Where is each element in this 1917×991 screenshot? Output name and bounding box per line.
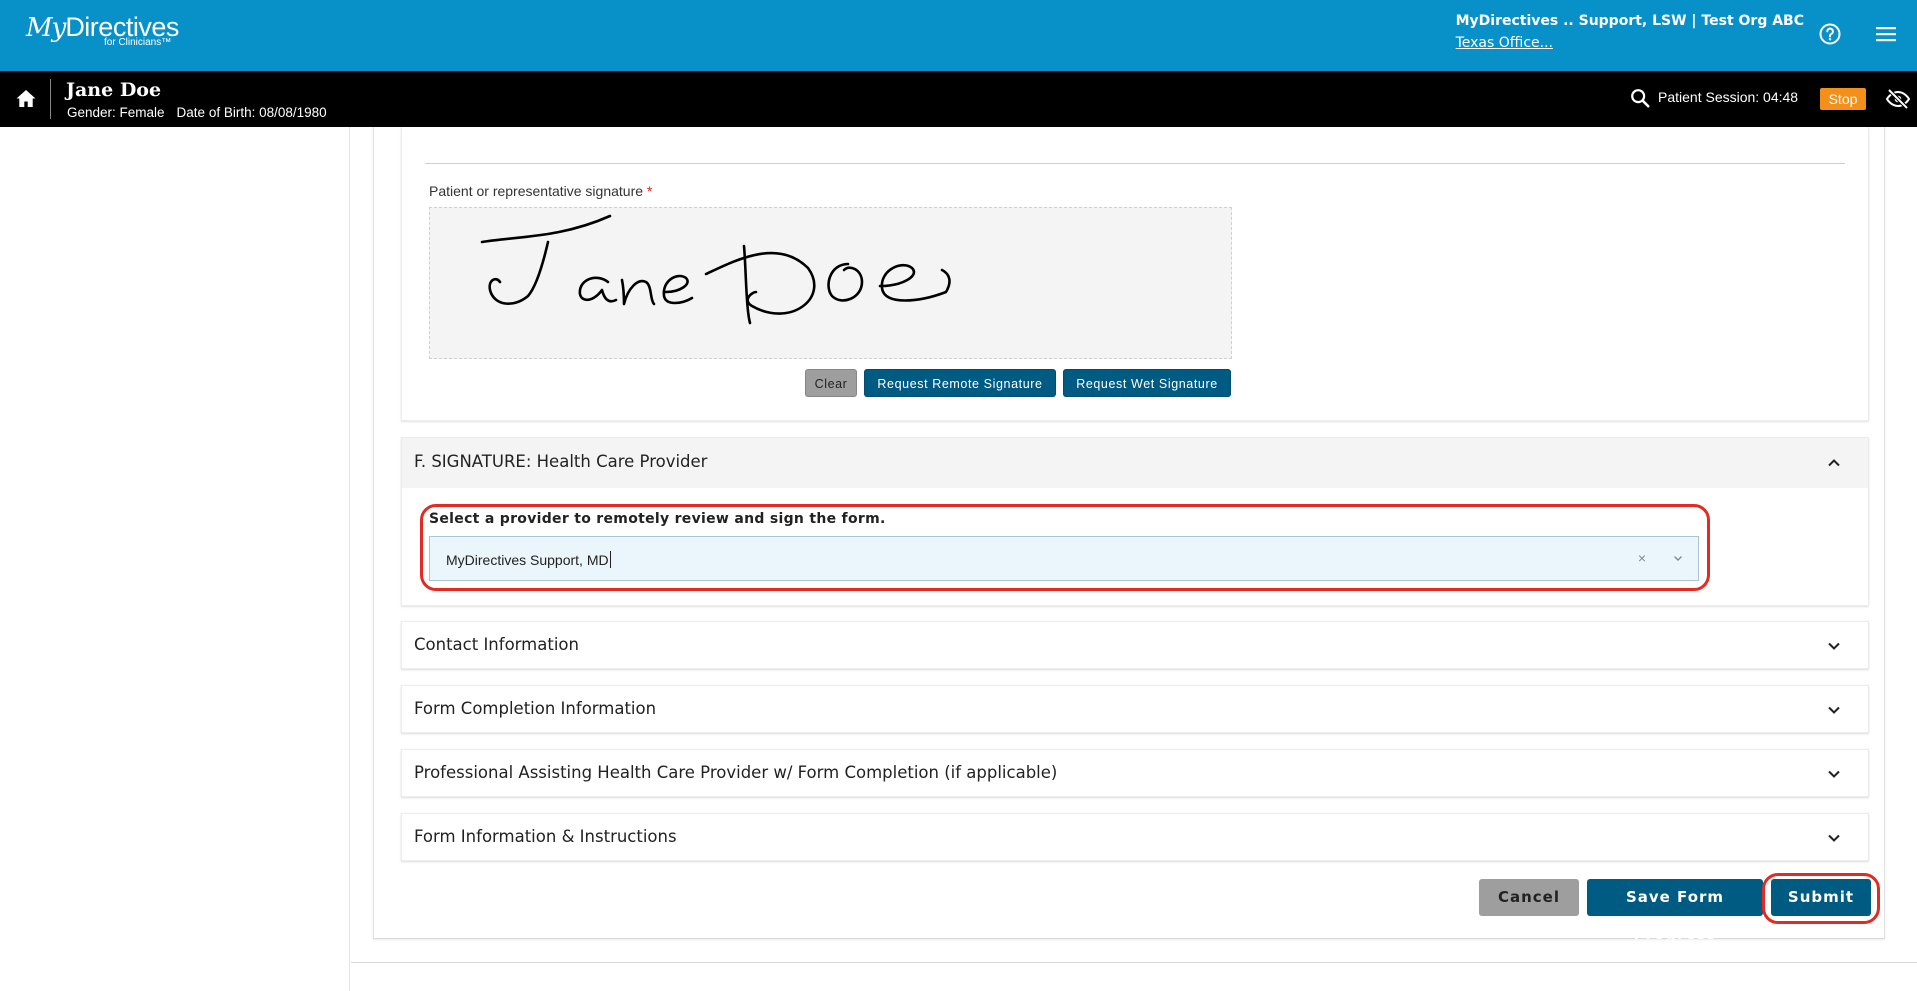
chevron-down-icon[interactable] xyxy=(1826,638,1842,654)
chevron-down-icon[interactable] xyxy=(1826,830,1842,846)
accordion-title: Professional Assisting Health Care Provi… xyxy=(414,763,1058,782)
accordion-title: F. SIGNATURE: Health Care Provider xyxy=(414,452,708,471)
home-icon[interactable] xyxy=(14,87,38,111)
patient-name: Jane Doe xyxy=(66,79,162,101)
required-marker: * xyxy=(646,183,653,199)
chevron-up-icon[interactable] xyxy=(1826,455,1842,471)
patient-bar: Jane Doe Gender: Female Date of Birth: 08… xyxy=(0,71,1917,127)
logo-prefix: My xyxy=(26,13,66,43)
divider xyxy=(351,962,1917,963)
request-wet-signature-button[interactable]: Request Wet Signature xyxy=(1063,369,1231,397)
hamburger-menu-icon[interactable] xyxy=(1874,24,1898,44)
patient-gender: Gender: Female xyxy=(67,105,165,120)
chevron-down-icon[interactable] xyxy=(1826,766,1842,782)
accordion-header[interactable]: F. SIGNATURE: Health Care Provider xyxy=(402,438,1868,488)
patient-session-timer: Patient Session: 04:48 xyxy=(1658,89,1799,105)
divider xyxy=(425,163,1845,164)
eye-off-icon[interactable] xyxy=(1885,87,1911,111)
user-name-org: MyDirectives .. Support, LSW | Test Org … xyxy=(1455,13,1804,29)
left-sidebar xyxy=(0,127,350,991)
clear-signature-button[interactable]: Clear xyxy=(805,369,857,397)
cancel-button[interactable]: Cancel xyxy=(1479,879,1579,916)
highlight-annotation xyxy=(420,504,1710,591)
request-remote-signature-button[interactable]: Request Remote Signature xyxy=(864,369,1056,397)
accordion-form-information-instructions[interactable]: Form Information & Instructions xyxy=(401,813,1869,861)
save-form-progress-button[interactable]: Save Form Progress xyxy=(1587,879,1763,943)
accordion-professional-assisting-provider[interactable]: Professional Assisting Health Care Provi… xyxy=(401,749,1869,797)
signature-label: Patient or representative signature * xyxy=(429,183,652,199)
search-icon[interactable] xyxy=(1629,87,1651,109)
help-circle-icon[interactable] xyxy=(1818,22,1842,46)
accordion-title: Contact Information xyxy=(414,635,579,654)
handwritten-signature-jane-doe xyxy=(480,214,951,325)
accordion-contact-information[interactable]: Contact Information xyxy=(401,621,1869,669)
divider xyxy=(50,79,51,119)
logo-subtitle: for Clinicians™ xyxy=(104,37,172,48)
patient-dob: Date of Birth: 08/08/1980 xyxy=(176,105,327,120)
signature-pad[interactable] xyxy=(429,207,1232,359)
accordion-title: Form Completion Information xyxy=(414,699,657,718)
user-info: MyDirectives .. Support, LSW | Test Org … xyxy=(1456,13,1804,51)
signature-label-text: Patient or representative signature xyxy=(429,183,644,199)
mydirectives-logo[interactable]: MyDirectives for Clinicians™ xyxy=(26,12,179,48)
stop-session-button[interactable]: Stop xyxy=(1820,88,1866,110)
app-header: MyDirectives for Clinicians™ MyDirective… xyxy=(0,0,1917,71)
chevron-down-icon[interactable] xyxy=(1826,702,1842,718)
highlight-annotation xyxy=(1762,873,1880,924)
office-link[interactable]: Texas Office... xyxy=(1456,35,1804,51)
accordion-title: Form Information & Instructions xyxy=(414,827,677,846)
patient-demographics: Gender: Female Date of Birth: 08/08/1980 xyxy=(67,105,339,120)
accordion-form-completion-information[interactable]: Form Completion Information xyxy=(401,685,1869,733)
